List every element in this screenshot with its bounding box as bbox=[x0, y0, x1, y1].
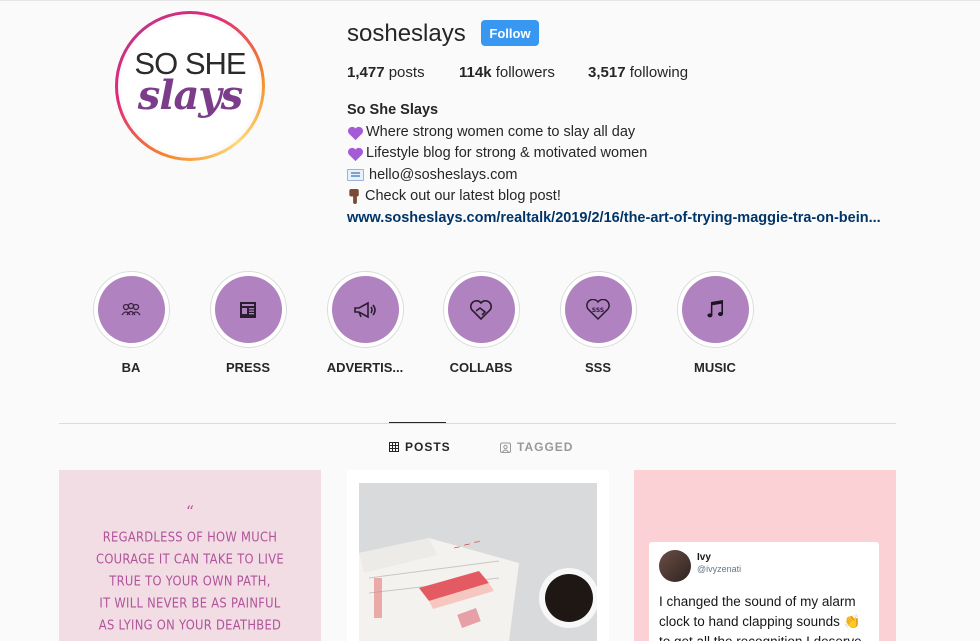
tab-tagged[interactable]: TAGGED bbox=[500, 440, 573, 454]
highlight-ring bbox=[326, 271, 404, 348]
quote-line: TRUE TO YOUR OWN PATH, bbox=[109, 572, 271, 590]
post-thumbnail-tweet[interactable]: Ivy @ivyzenati I changed the sound of my… bbox=[634, 470, 896, 641]
tweet-author-handle: @ivyzenati bbox=[697, 564, 742, 574]
bio-line-4: Check out our latest blog post! bbox=[347, 186, 907, 208]
sss-heart-icon: SSS bbox=[586, 298, 610, 320]
bio-line-1: Where strong women come to slay all day bbox=[347, 122, 907, 144]
grid-icon bbox=[389, 442, 399, 452]
highlight-label: BA bbox=[121, 360, 141, 375]
bio-line-2: Lifestyle blog for strong & motivated wo… bbox=[347, 143, 907, 165]
quote-line: COURAGE IT CAN TAKE TO LIVE bbox=[96, 550, 284, 568]
tab-posts-label: POSTS bbox=[405, 440, 451, 454]
bio-line-1-text: Where strong women come to slay all day bbox=[366, 123, 636, 140]
newspaper-icon bbox=[240, 301, 256, 318]
quote-mark: “ bbox=[185, 502, 195, 521]
megaphone-icon bbox=[354, 301, 376, 318]
quote-line: IT WILL NEVER BE AS PAINFUL bbox=[99, 594, 281, 612]
tab-tagged-label: TAGGED bbox=[517, 440, 574, 454]
highlight-cover bbox=[331, 276, 399, 343]
highlight-cover: SSS bbox=[564, 276, 632, 343]
post-thumbnail-quote[interactable]: “ REGARDLESS OF HOW MUCH COURAGE IT CAN … bbox=[59, 470, 321, 641]
highlight-cover bbox=[214, 276, 282, 343]
purple-heart-icon bbox=[348, 126, 363, 140]
group-icon bbox=[121, 302, 141, 315]
highlight-label: SSS bbox=[584, 360, 611, 375]
planner-photo-illustration: ~ ~ ~ bbox=[359, 483, 597, 641]
profile-bio: So She Slays Where strong women come to … bbox=[347, 100, 907, 229]
pointing-down-icon bbox=[349, 189, 359, 205]
highlight-ring bbox=[676, 271, 754, 348]
highlight-cover bbox=[681, 276, 749, 343]
highlight-ring bbox=[442, 271, 520, 348]
purple-heart-icon bbox=[348, 148, 363, 162]
tweet-text: I changed the sound of my alarm clock to… bbox=[659, 594, 862, 641]
highlight-cover bbox=[97, 276, 165, 343]
bio-email: hello@sosheslays.com bbox=[369, 166, 518, 183]
highlight-press[interactable]: PRESS bbox=[203, 271, 293, 375]
profile-avatar[interactable]: SO SHE slays bbox=[115, 11, 265, 161]
envelope-icon bbox=[347, 169, 364, 182]
followers-stat[interactable]: 114k followers bbox=[459, 64, 555, 81]
highlight-collabs[interactable]: COLLABS bbox=[436, 271, 526, 375]
highlight-music[interactable]: MUSIC bbox=[670, 271, 760, 375]
tabs-divider bbox=[59, 423, 896, 424]
active-tab-indicator bbox=[389, 422, 446, 423]
logo-text-bottom: slays bbox=[137, 72, 243, 119]
bio-line-3: hello@sosheslays.com bbox=[347, 165, 907, 187]
followers-label: followers bbox=[491, 64, 555, 81]
tweet-avatar bbox=[659, 550, 691, 582]
bio-website-link[interactable]: www.sosheslays.com/realtalk/2019/2/16/th… bbox=[347, 210, 881, 226]
profile-username: sosheslays bbox=[347, 20, 466, 47]
tab-posts[interactable]: POSTS bbox=[389, 440, 451, 454]
bio-name: So She Slays bbox=[347, 102, 439, 118]
highlight-label: ADVERTIS... bbox=[326, 360, 404, 375]
highlight-cover bbox=[447, 276, 515, 343]
posts-count-stat: 1,477 posts bbox=[347, 64, 425, 81]
tweet-author-name: Ivy bbox=[697, 552, 711, 563]
top-border bbox=[0, 0, 980, 1]
highlight-ba[interactable]: BA bbox=[86, 271, 176, 375]
post-thumbnail-planner-photo[interactable]: ~ ~ ~ bbox=[347, 470, 609, 641]
highlight-sss[interactable]: SSS SSS bbox=[553, 271, 643, 375]
quote-line: REGARDLESS OF HOW MUCH bbox=[102, 528, 278, 546]
followers-count: 114k bbox=[459, 64, 492, 81]
bio-line-2-text: Lifestyle blog for strong & motivated wo… bbox=[366, 145, 648, 161]
tagged-user-icon bbox=[500, 442, 511, 453]
avatar-inner: SO SHE slays bbox=[118, 14, 262, 158]
avatar-logo: SO SHE slays bbox=[121, 17, 259, 155]
tweet-card: Ivy @ivyzenati I changed the sound of my… bbox=[649, 542, 879, 641]
bio-line-4-text: Check out our latest blog post! bbox=[365, 188, 561, 204]
highlight-ring bbox=[92, 271, 170, 348]
following-count: 3,517 bbox=[588, 64, 626, 81]
music-notes-icon bbox=[707, 299, 724, 317]
follow-button[interactable]: Follow bbox=[481, 20, 539, 46]
svg-text:SSS: SSS bbox=[592, 307, 604, 314]
quote-line: AS LYING ON YOUR DEATHBED bbox=[98, 616, 282, 634]
heart-handshake-icon bbox=[470, 299, 492, 320]
following-stat[interactable]: 3,517 following bbox=[588, 64, 688, 81]
highlight-label: PRESS bbox=[225, 360, 271, 375]
planner-photo: ~ ~ ~ bbox=[359, 483, 597, 641]
highlight-advertising[interactable]: ADVERTIS... bbox=[320, 271, 410, 375]
highlight-ring bbox=[209, 271, 287, 348]
highlight-ring: SSS bbox=[559, 271, 637, 348]
highlight-label: COLLABS bbox=[449, 360, 513, 375]
posts-count: 1,477 bbox=[347, 64, 385, 81]
highlight-label: MUSIC bbox=[694, 360, 736, 375]
posts-label: posts bbox=[384, 64, 425, 81]
following-label: following bbox=[625, 64, 689, 81]
